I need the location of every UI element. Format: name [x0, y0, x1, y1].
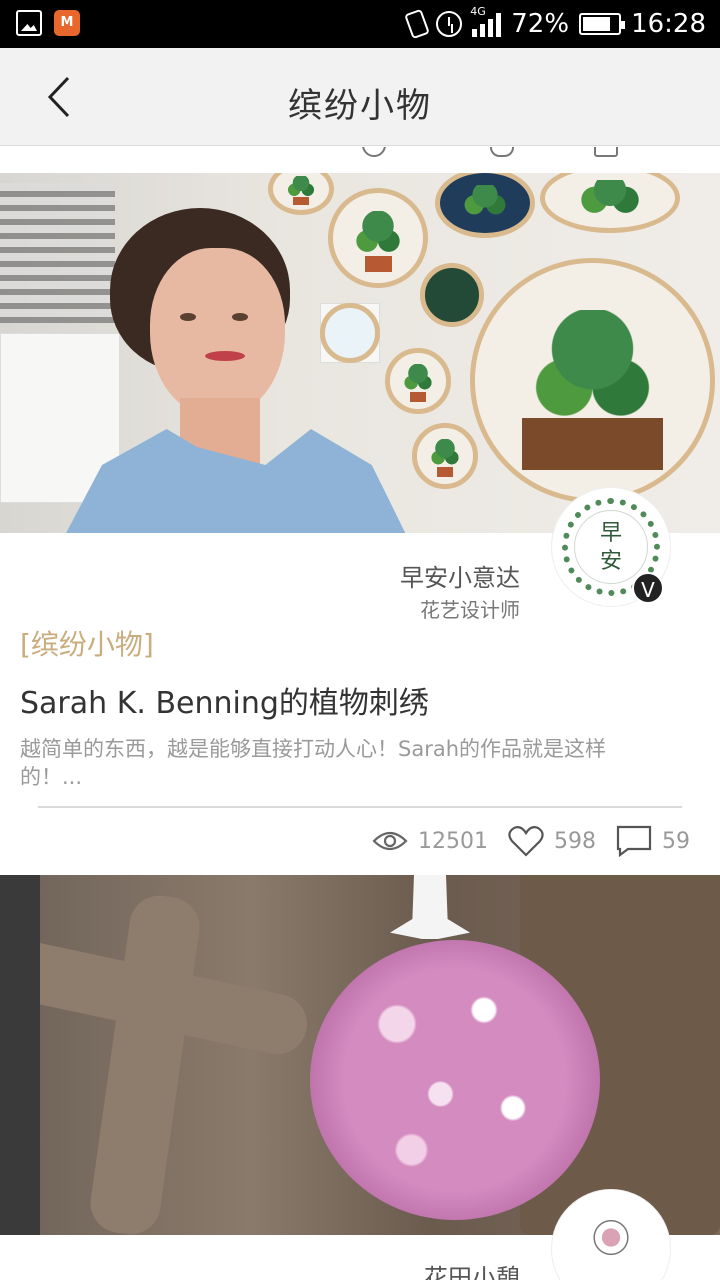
divider [38, 806, 682, 808]
flower-logo-icon [580, 1206, 642, 1276]
nav-bar: 缤纷小物 [0, 48, 720, 146]
gallery-icon [16, 10, 42, 36]
article-card[interactable]: 早 安 V 早安小意达 花艺设计师 [缤纷小物] Sarah K. Bennin… [0, 173, 720, 875]
video-app-icon: M [54, 10, 80, 36]
comments-count: 59 [662, 828, 690, 854]
battery-icon [579, 13, 626, 35]
mute-icon [404, 8, 431, 40]
previous-item-stats [0, 147, 720, 173]
avatar-char: 安 [599, 549, 622, 574]
wall-calendar [0, 183, 115, 323]
views-stat: 12501 [372, 829, 488, 854]
author-name[interactable]: 早安小意达 [400, 558, 520, 593]
heart-icon [508, 826, 544, 857]
views-count: 12501 [418, 828, 488, 854]
flower-ball [310, 940, 600, 1220]
eye-icon [372, 831, 408, 851]
author-name[interactable]: 花田小憩 [424, 1258, 520, 1280]
network-type: 4G [470, 5, 486, 18]
status-bar: M 4G 72% 16:28 [0, 0, 720, 48]
clock: 16:28 [631, 9, 706, 39]
article-card[interactable]: 花田小憩 [0, 875, 720, 1280]
like-button[interactable]: 598 [508, 825, 596, 857]
article-cover-image[interactable] [0, 173, 720, 533]
signal-icon: 4G [470, 5, 502, 37]
article-title[interactable]: Sarah K. Benning的植物刺绣 [20, 678, 429, 722]
avatar-char: 早 [599, 521, 622, 546]
verified-badge: V [632, 572, 664, 604]
comment-button[interactable]: 59 [616, 825, 690, 857]
likes-count: 598 [554, 828, 596, 854]
battery-percent: 72% [511, 9, 570, 39]
alarm-icon [436, 11, 463, 37]
article-category: [缤纷小物] [20, 628, 154, 661]
page-title: 缤纷小物 [288, 86, 432, 126]
author-title: 花艺设计师 [420, 598, 520, 622]
article-stats: 12501 598 59 [372, 823, 690, 859]
article-cover-image[interactable] [0, 875, 720, 1235]
article-excerpt: 越简单的东西，越是能够直接打动人心！Sarah的作品就是这样的！... [20, 737, 607, 789]
author-avatar[interactable]: 早 安 V [552, 488, 670, 606]
eye-icon [362, 147, 386, 157]
heart-icon [490, 147, 514, 157]
comment-icon [594, 147, 618, 157]
comment-icon [616, 825, 652, 857]
